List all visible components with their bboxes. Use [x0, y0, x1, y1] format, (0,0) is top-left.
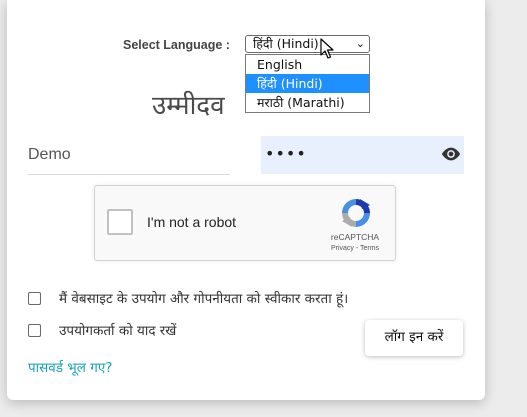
page-heading: उम्मीदव: [152, 91, 225, 121]
terms-checkbox-label: मैं वेबसाइट के उपयोग और गोपनीयता को स्वी…: [59, 291, 349, 307]
language-option-english[interactable]: English: [246, 55, 369, 74]
language-selected-value: हिंदी (Hindi): [253, 36, 319, 51]
recaptcha-widget: I'm not a robot reCAPTCHA Privacy - Term…: [94, 185, 396, 261]
login-button[interactable]: लॉग इन करें: [365, 320, 463, 356]
password-value: ••••: [265, 144, 307, 163]
recaptcha-logo-icon: [342, 199, 370, 227]
recaptcha-checkbox[interactable]: [107, 209, 133, 235]
recaptcha-label: I'm not a robot: [147, 214, 237, 230]
recaptcha-terms-link[interactable]: Privacy - Terms: [323, 245, 387, 252]
username-field[interactable]: Demo: [28, 136, 230, 175]
mouse-cursor-icon: [320, 38, 334, 59]
remember-me-label: उपयोगकर्ता को याद रखें: [59, 323, 177, 339]
language-option-marathi[interactable]: मराठी (Marathi): [246, 93, 369, 112]
forgot-password-link[interactable]: पासवर्ड भूल गए?: [28, 358, 112, 376]
login-card: Select Language : हिंदी (Hindi) ⌄ Englis…: [7, 0, 485, 400]
chevron-down-icon: ⌄: [355, 37, 365, 50]
language-option-hindi[interactable]: हिंदी (Hindi): [246, 74, 369, 93]
language-select[interactable]: हिंदी (Hindi) ⌄: [245, 35, 370, 53]
password-field[interactable]: ••••: [261, 136, 464, 174]
recaptcha-brand: reCAPTCHA: [330, 232, 380, 242]
remember-me-checkbox[interactable]: [28, 324, 41, 337]
language-label: Select Language :: [123, 38, 230, 52]
eye-icon[interactable]: [440, 145, 462, 163]
language-dropdown: English हिंदी (Hindi) मराठी (Marathi): [245, 54, 370, 113]
terms-checkbox[interactable]: [28, 292, 41, 305]
